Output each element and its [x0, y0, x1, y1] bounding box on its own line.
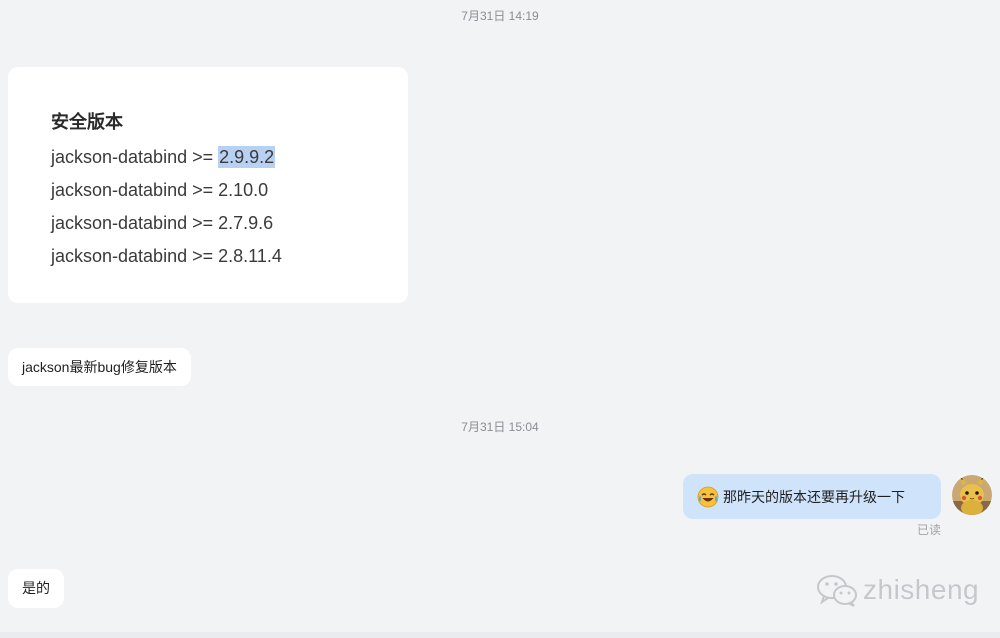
- laughing-crying-emoji-icon: [697, 486, 719, 507]
- incoming-message-bubble[interactable]: jackson最新bug修复版本: [8, 348, 191, 386]
- watermark-text: zhisheng: [863, 574, 980, 605]
- version-number: 2.8.11.4: [218, 246, 282, 266]
- version-number-selected: 2.9.9.2: [218, 146, 276, 168]
- version-line: jackson-databind >= 2.7.9.6: [51, 207, 408, 240]
- version-number: 2.10.0: [218, 180, 269, 200]
- bottom-divider: [0, 632, 1000, 638]
- message-text: 那昨天的版本还要再升级一下: [723, 488, 905, 505]
- version-prefix: jackson-databind >=: [51, 180, 219, 200]
- version-prefix: jackson-databind >=: [51, 213, 219, 233]
- avatar[interactable]: [952, 475, 992, 515]
- version-prefix: jackson-databind >=: [51, 246, 219, 266]
- version-line: jackson-databind >= 2.9.9.2: [51, 141, 408, 174]
- read-receipt: 已读: [916, 523, 941, 537]
- message-timestamp: 7月31日 15:04: [461, 420, 539, 434]
- card-title: 安全版本: [51, 112, 123, 132]
- outgoing-message-bubble[interactable]: 那昨天的版本还要再升级一下: [683, 474, 941, 519]
- incoming-message-bubble[interactable]: 是的: [8, 569, 64, 608]
- version-prefix: jackson-databind >=: [51, 147, 219, 167]
- wechat-logo-icon: [817, 575, 857, 607]
- pikachu-avatar-icon: [952, 475, 992, 515]
- message-timestamp: 7月31日 14:19: [461, 9, 539, 23]
- version-line: jackson-databind >= 2.8.11.4: [51, 240, 408, 273]
- watermark: zhisheng: [815, 570, 979, 610]
- image-message-card[interactable]: 安全版本 jackson-databind >= 2.9.9.2 jackson…: [8, 67, 408, 303]
- version-line: jackson-databind >= 2.10.0: [51, 174, 408, 207]
- version-number: 2.7.9.6: [218, 213, 274, 233]
